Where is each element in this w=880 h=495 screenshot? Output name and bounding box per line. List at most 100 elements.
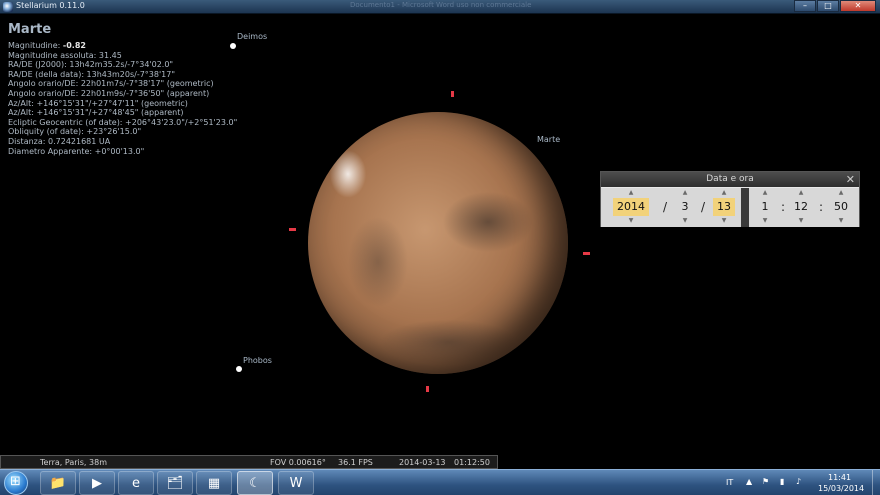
selection-marker-bottom	[426, 386, 429, 392]
media-player-taskbar-icon[interactable]: ▶	[79, 471, 115, 495]
month-up-arrow-icon[interactable]: ▲	[677, 188, 693, 198]
action-center-flag-icon[interactable]: ⚑	[762, 477, 769, 486]
minute-value[interactable]: 12	[791, 198, 811, 216]
date-time-dialog: Data e ora ✕ ▲ 2014 ▼ / ▲ 3 ▼ / ▲ 13 ▼ ▲…	[600, 171, 860, 227]
internet-explorer-taskbar-icon[interactable]: e	[118, 471, 154, 495]
minute-down-arrow-icon[interactable]: ▼	[791, 216, 811, 226]
language-indicator[interactable]: IT	[726, 478, 733, 487]
info-lines: Magnitudine: -0.82 Magnitudine assoluta: …	[8, 41, 308, 156]
info-line: Ecliptic Geocentric (of date): +206°43'2…	[8, 118, 308, 128]
day-down-arrow-icon[interactable]: ▼	[713, 216, 735, 226]
volume-icon[interactable]: ♪	[796, 477, 801, 486]
info-line-label: RA/DE (della data): 13h43m20s/-7°38'17"	[8, 69, 176, 79]
info-line-label: Diametro Apparente: +0°00'13.0"	[8, 146, 145, 156]
explorer-taskbar-icon[interactable]: 📁	[40, 471, 76, 495]
year-spinbox[interactable]: ▲ 2014 ▼	[613, 188, 649, 227]
dialog-header[interactable]: Data e ora ✕	[601, 172, 859, 187]
info-line-value: -0.82	[62, 41, 86, 50]
info-line: Az/Alt: +146°15'31"/+27°47'11" (geometri…	[8, 99, 308, 109]
selection-marker-left	[289, 228, 296, 231]
info-line: Magnitudine: -0.82	[8, 41, 308, 51]
selection-marker-top	[451, 91, 454, 97]
taskbar: 📁 ▶ e 🗂 ▦ ☾ W IT ▲ ⚑ ▮ ♪ 11:41 15/03/201…	[0, 469, 880, 495]
status-bar: Terra, Paris, 38m FOV 0.00616° 36.1 FPS …	[0, 455, 498, 469]
stellarium-taskbar-icon[interactable]: ☾	[237, 471, 273, 495]
year-up-arrow-icon[interactable]: ▲	[613, 188, 649, 198]
status-time: 01:12:50	[454, 458, 490, 467]
info-line: RA/DE (J2000): 13h42m35.2s/-7°34'02.0"	[8, 60, 308, 70]
folder-taskbar-icon[interactable]: 🗂	[157, 471, 193, 495]
mars-label: Marte	[537, 135, 561, 144]
info-line: Magnitudine assoluta: 31.45	[8, 51, 308, 61]
second-spinbox[interactable]: ▲ 50 ▼	[831, 188, 851, 227]
date-separator-1: /	[663, 200, 668, 214]
dialog-title: Data e ora	[706, 174, 754, 184]
info-line-label: Obliquity (of date): +23°26'15.0"	[8, 127, 142, 137]
info-line: Diametro Apparente: +0°00'13.0"	[8, 147, 308, 157]
info-line: Obliquity (of date): +23°26'15.0"	[8, 127, 308, 137]
show-hidden-icons-icon[interactable]: ▲	[746, 477, 752, 486]
info-line-label: Angolo orario/DE: 22h01m7s/-7°38'17" (ge…	[8, 79, 214, 89]
close-button[interactable]: ✕	[840, 0, 876, 12]
phobos-star[interactable]	[236, 366, 242, 372]
day-up-arrow-icon[interactable]: ▲	[713, 188, 735, 198]
info-line-label: Az/Alt: +146°15'31"/+27°47'11" (geometri…	[8, 98, 188, 108]
month-down-arrow-icon[interactable]: ▼	[677, 216, 693, 226]
deimos-star[interactable]	[230, 43, 236, 49]
hour-up-arrow-icon[interactable]: ▲	[757, 188, 773, 198]
dialog-close-icon[interactable]: ✕	[846, 172, 855, 187]
info-line: Angolo orario/DE: 22h01m7s/-7°38'17" (ge…	[8, 79, 308, 89]
info-line-label: Magnitudine assoluta: 31.45	[8, 50, 122, 60]
status-location: Terra, Paris, 38m	[40, 458, 107, 467]
info-line: Distanza: 0.72421681 UA	[8, 137, 308, 147]
status-fps: 36.1 FPS	[338, 458, 373, 467]
info-line-label: Magnitudine:	[8, 41, 63, 50]
mars-planet[interactable]	[308, 112, 568, 374]
info-line-label: Distanza: 0.72421681 UA	[8, 136, 111, 146]
second-value[interactable]: 50	[831, 198, 851, 216]
info-line-label: Ecliptic Geocentric (of date): +206°43'2…	[8, 117, 238, 127]
phobos-label: Phobos	[243, 356, 272, 365]
show-desktop-button[interactable]	[872, 470, 880, 495]
year-value[interactable]: 2014	[613, 198, 649, 216]
info-line: Az/Alt: +146°15'31"/+27°48'45" (apparent…	[8, 108, 308, 118]
window-controls: – □ ✕	[794, 0, 876, 12]
second-up-arrow-icon[interactable]: ▲	[831, 188, 851, 198]
selection-marker-right	[583, 252, 590, 255]
hour-spinbox[interactable]: ▲ 1 ▼	[757, 188, 773, 227]
info-line: Angolo orario/DE: 22h01m9s/-7°36'50" (ap…	[8, 89, 308, 99]
object-info-panel: Marte Magnitudine: -0.82 Magnitudine asso…	[8, 22, 308, 156]
info-line-label: Angolo orario/DE: 22h01m9s/-7°36'50" (ap…	[8, 88, 210, 98]
time-separator-2: :	[819, 200, 824, 214]
deimos-label: Deimos	[237, 32, 268, 41]
year-down-arrow-icon[interactable]: ▼	[613, 216, 649, 226]
title-bar: Stellarium 0.11.0 Documento1 - Microsoft…	[0, 0, 880, 14]
info-line-label: RA/DE (J2000): 13h42m35.2s/-7°34'02.0"	[8, 60, 174, 70]
day-spinbox[interactable]: ▲ 13 ▼	[713, 188, 735, 227]
start-button[interactable]	[4, 471, 28, 495]
date-separator-2: /	[701, 200, 706, 214]
second-down-arrow-icon[interactable]: ▼	[831, 216, 851, 226]
calculator-taskbar-icon[interactable]: ▦	[196, 471, 232, 495]
minute-up-arrow-icon[interactable]: ▲	[791, 188, 811, 198]
info-line: RA/DE (della data): 13h43m20s/-7°38'17"	[8, 70, 308, 80]
month-spinbox[interactable]: ▲ 3 ▼	[677, 188, 693, 227]
minimize-button[interactable]: –	[794, 0, 816, 12]
minute-spinbox[interactable]: ▲ 12 ▼	[791, 188, 811, 227]
hour-down-arrow-icon[interactable]: ▼	[757, 216, 773, 226]
date-group: ▲ 2014 ▼ / ▲ 3 ▼ / ▲ 13 ▼	[601, 188, 741, 227]
month-value[interactable]: 3	[677, 198, 693, 216]
dialog-body: ▲ 2014 ▼ / ▲ 3 ▼ / ▲ 13 ▼ ▲ 1 ▼ : ▲ 12 ▼…	[601, 188, 859, 227]
hour-value[interactable]: 1	[757, 198, 773, 216]
day-value[interactable]: 13	[713, 198, 735, 216]
maximize-button[interactable]: □	[817, 0, 839, 12]
info-line-label: Az/Alt: +146°15'31"/+27°48'45" (apparent…	[8, 108, 184, 118]
clock-time[interactable]: 11:41	[828, 473, 851, 482]
system-tray: IT ▲ ⚑ ▮ ♪ 11:41 15/03/2014	[710, 470, 880, 495]
clock-date[interactable]: 15/03/2014	[818, 484, 864, 493]
status-fov: FOV 0.00616°	[270, 458, 326, 467]
status-date: 2014-03-13	[399, 458, 446, 467]
network-icon[interactable]: ▮	[780, 477, 784, 486]
background-window-title: Documento1 - Microsoft Word uso non comm…	[350, 1, 532, 9]
word-taskbar-icon[interactable]: W	[278, 471, 314, 495]
